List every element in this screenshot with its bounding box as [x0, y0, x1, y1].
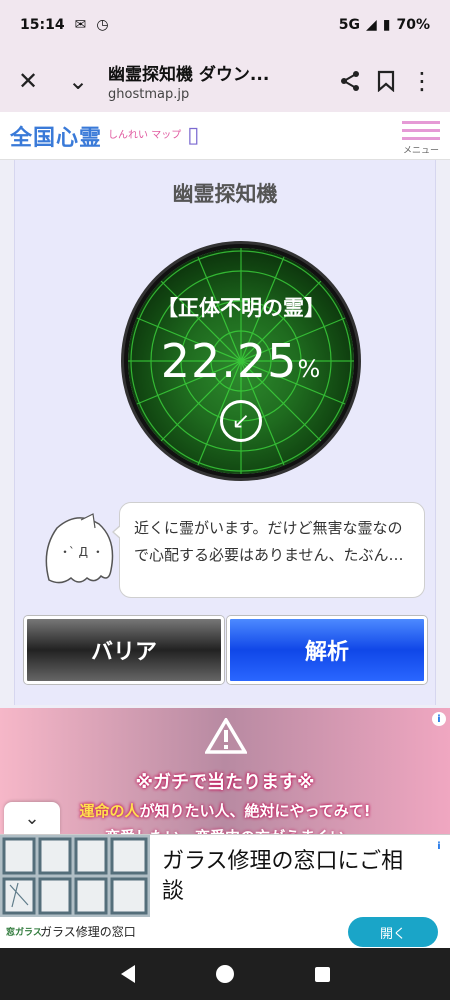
ad-text: ガラス修理の窓口にご相談 [162, 849, 404, 904]
menu-button[interactable]: メニュー [398, 116, 444, 158]
ad-advertiser-name: ガラス修理の窓口 [40, 925, 136, 939]
detector-title: 幽霊探知機 [172, 182, 278, 206]
more-options-icon[interactable]: ⋮ [404, 63, 440, 99]
battery-level: 70% [396, 17, 430, 33]
ghost-mascot-icon: ・ ̀ Д ・ [45, 513, 114, 584]
menu-label: メニュー [402, 146, 439, 156]
direction-arrow-icon: ↙ [220, 400, 262, 442]
close-icon[interactable]: ✕ [10, 63, 46, 99]
page-title-area[interactable]: 幽霊探知機 ダウン... ghostmap.jp [96, 60, 332, 102]
detector-panel: 幽霊探知機 【正体不明の霊】 22.25% ↙ ・ ̀ Д ・ 近くに霊がいます… [14, 160, 436, 705]
site-header: 全国心霊 しんれい マップ ▯ メニュー [0, 112, 450, 160]
detection-value: 22.25% [128, 334, 354, 388]
ad-brand-logo: 窓ガラス [6, 928, 42, 938]
logo-subtext: しんれい マップ [108, 129, 182, 141]
browser-toolbar: ✕ ⌄ 幽霊探知機 ダウン... ghostmap.jp ⋮ [0, 50, 450, 112]
bubble-tail-inner [114, 525, 122, 539]
message-bubble: 近くに霊がいます。だけど無害な霊なので心配する必要はありません、たぶん… [119, 502, 425, 598]
phone-icon: ▯ [187, 123, 200, 148]
system-nav-bar [0, 948, 450, 1000]
ad-open-button[interactable]: 開く [348, 917, 438, 947]
site-logo[interactable]: 全国心霊 しんれい マップ ▯ [10, 120, 199, 152]
svg-text:・ ̀ Д ・: ・ ̀ Д ・ [59, 545, 104, 559]
analyze-button[interactable]: 解析 [227, 616, 427, 684]
hamburger-line [402, 121, 440, 124]
ad-headline: ※ガチで当たります※ [135, 772, 315, 793]
advertisement-banner[interactable]: i ※ガチで当たります※ 運命の人が知りたい人、絶対にやってみて! 恋愛したい、… [0, 708, 450, 836]
signal-icon: ◢ [365, 17, 377, 33]
ad-highlight: 運命の人 [79, 802, 140, 820]
browser-url: ghostmap.jp [108, 87, 190, 102]
ad-info-icon[interactable]: i [432, 839, 446, 853]
hamburger-line [402, 129, 440, 132]
ad-subline-rest: が知りたい人、絶対にやってみて! [139, 802, 371, 820]
chevron-down-icon[interactable]: ⌄ [60, 63, 96, 99]
alarm-icon: ◷ [96, 17, 109, 33]
ad-info-icon[interactable]: i [432, 712, 446, 726]
logo-text: 全国心霊 [10, 125, 103, 151]
bottom-ad[interactable]: i ガラス修理の窓口にご相談 窓ガラス ガラス修理の窓口 開く [0, 834, 450, 948]
status-bar: 15:14 ✉ ◷ 5G ◢ ▮ 70% [0, 0, 450, 50]
detection-number: 22.25 [160, 334, 298, 388]
status-time: 15:14 [20, 17, 65, 33]
browser-page-title: 幽霊探知機 ダウン... [108, 65, 270, 85]
back-icon[interactable] [120, 965, 135, 983]
notification-icon: ✉ [74, 17, 87, 33]
radar-display: 【正体不明の霊】 22.25% ↙ [128, 248, 354, 474]
battery-icon: ▮ [382, 17, 391, 33]
ad-image [0, 835, 150, 917]
bookmark-icon[interactable] [368, 63, 404, 99]
detection-unit: % [297, 355, 322, 383]
ad-subline: 運命の人が知りたい人、絶対にやってみて! [0, 800, 450, 821]
recents-icon[interactable] [314, 966, 330, 982]
barrier-button[interactable]: バリア [24, 616, 224, 684]
collapse-ad-button[interactable]: ⌄ [4, 802, 60, 834]
warning-icon [205, 718, 247, 754]
ghost-type-label: 【正体不明の霊】 [157, 296, 325, 320]
share-icon[interactable] [332, 63, 368, 99]
hamburger-line [402, 137, 440, 140]
home-icon[interactable] [215, 965, 234, 983]
network-type: 5G [338, 17, 360, 33]
